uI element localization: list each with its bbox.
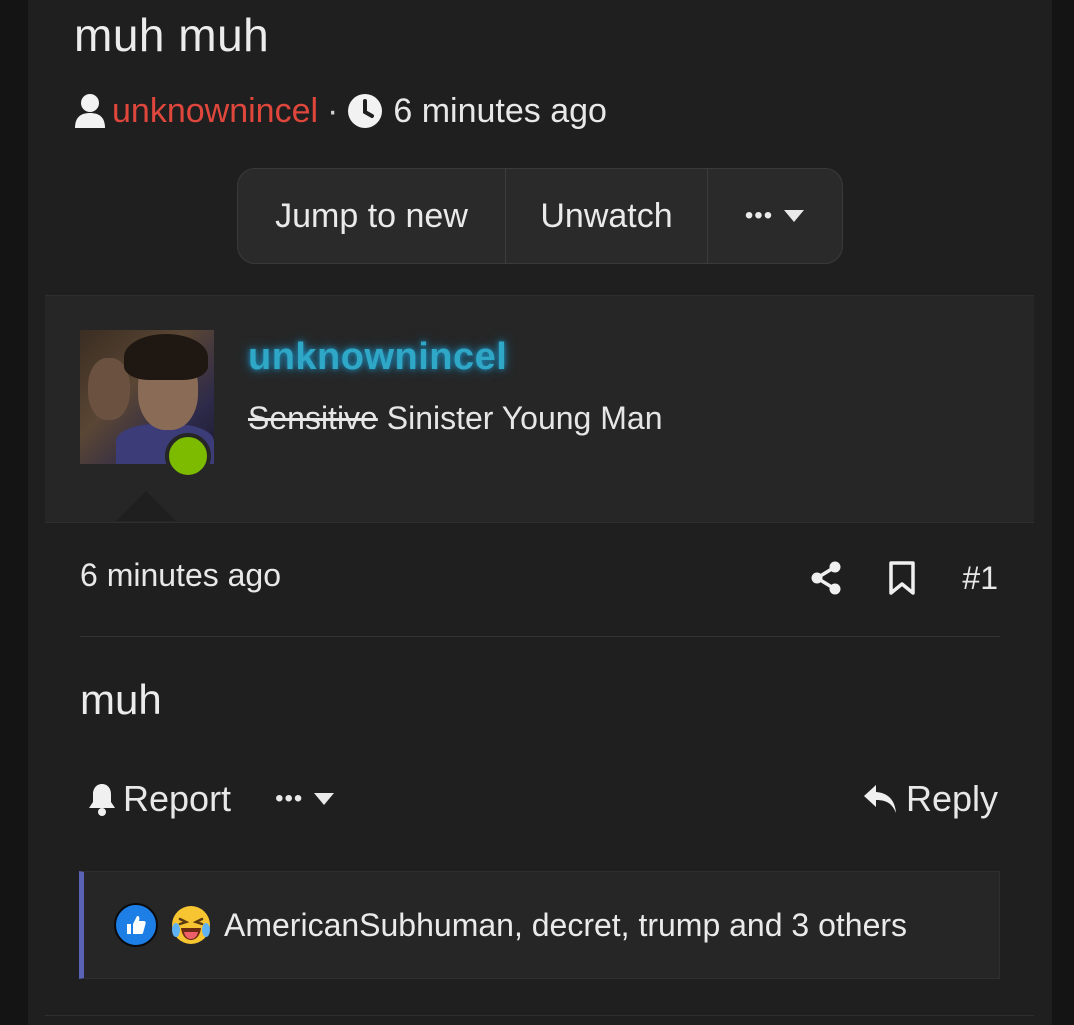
user-title: Sensitive Sinister Young Man — [248, 400, 662, 437]
post-divider — [80, 636, 1000, 637]
post-user-header: unknownincel Sensitive Sinister Young Ma… — [45, 295, 1034, 523]
unwatch-button[interactable]: Unwatch — [506, 169, 708, 263]
user-title-rest: Sinister Young Man — [377, 400, 663, 436]
user-icon — [74, 93, 106, 129]
post-time[interactable]: 6 minutes ago — [80, 557, 281, 594]
bookmark-icon[interactable] — [888, 561, 916, 595]
reply-label: Reply — [905, 778, 998, 819]
share-icon[interactable] — [810, 561, 842, 595]
thread-more-menu-button[interactable]: ••• — [708, 169, 842, 263]
reply-button[interactable]: Reply — [862, 778, 998, 820]
post-footer-left: Report ••• — [87, 778, 335, 820]
bell-icon — [87, 782, 117, 816]
laugh-reaction-icon — [170, 904, 212, 946]
post-username[interactable]: unknownincel — [248, 336, 507, 379]
reactions-bar[interactable]: AmericanSubhuman, decret, trump and 3 ot… — [79, 871, 1000, 979]
post-pointer-arrow — [116, 491, 176, 521]
report-button[interactable]: Report — [87, 778, 231, 820]
post-more-menu-button[interactable]: ••• — [275, 785, 335, 813]
post-more-dots: ••• — [275, 785, 304, 812]
user-title-struck: Sensitive — [248, 400, 378, 436]
caret-down-icon — [783, 209, 805, 223]
reply-arrow-icon — [862, 783, 898, 815]
post-actions: #1 — [810, 556, 998, 600]
like-reaction-icon — [114, 903, 158, 947]
more-dots: ••• — [744, 202, 774, 229]
post-number-link[interactable]: #1 — [962, 560, 998, 597]
thread-meta: unknownincel · 6 minutes ago — [74, 88, 607, 134]
thread-title: muh muh — [74, 9, 270, 61]
thread-time[interactable]: 6 minutes ago — [393, 92, 607, 131]
meta-separator: · — [327, 91, 339, 130]
jump-to-new-button[interactable]: Jump to new — [238, 169, 506, 263]
reactions-text[interactable]: AmericanSubhuman, decret, trump and 3 ot… — [224, 907, 907, 944]
caret-down-icon — [313, 792, 335, 806]
clock-icon — [347, 93, 383, 129]
thread-author-link[interactable]: unknownincel — [112, 92, 318, 131]
post-body: muh — [80, 676, 162, 723]
bottom-divider — [45, 1015, 1034, 1016]
thread-action-group: Jump to new Unwatch ••• — [237, 168, 843, 264]
report-label: Report — [123, 778, 232, 819]
online-status-indicator — [165, 433, 211, 479]
